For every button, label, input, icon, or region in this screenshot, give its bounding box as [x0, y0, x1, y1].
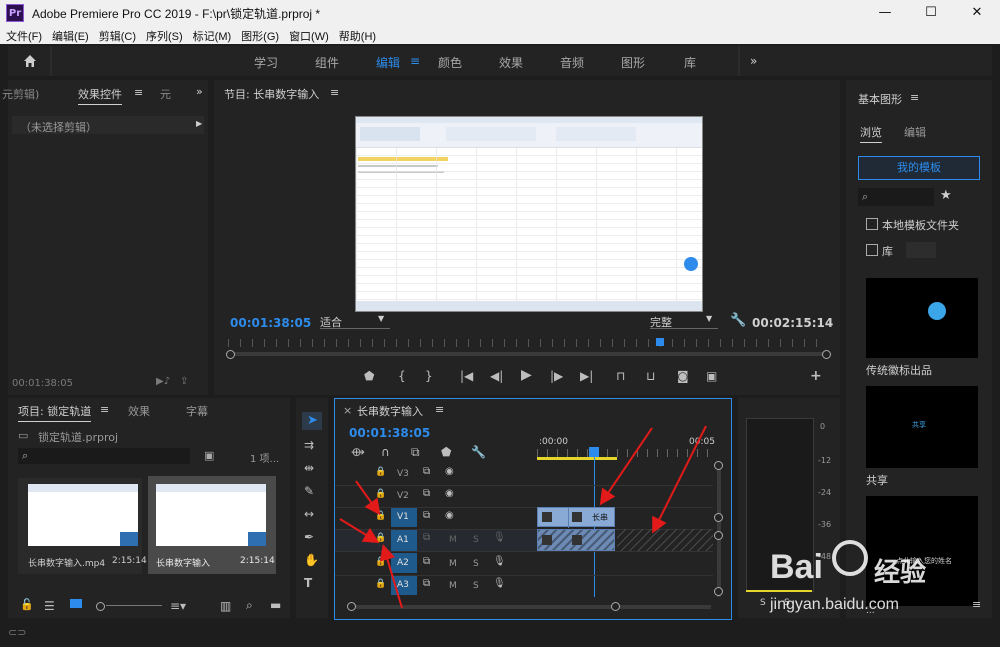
arrow-from-bottom [379, 544, 403, 609]
arrow-to-video-clip [599, 427, 653, 506]
baidu-watermark: Bai 经验 jingyan.baidu.com [766, 540, 956, 620]
arrow-to-a1-lock [339, 518, 380, 544]
arrow-to-v1-lock [355, 480, 381, 516]
arrow-to-locked-area [652, 425, 707, 534]
watermark-logo: Bai [770, 548, 823, 586]
watermark-logo-2: 经验 [874, 558, 927, 588]
paw-logo-icon [832, 540, 868, 576]
watermark-url: jingyan.baidu.com [770, 596, 899, 613]
